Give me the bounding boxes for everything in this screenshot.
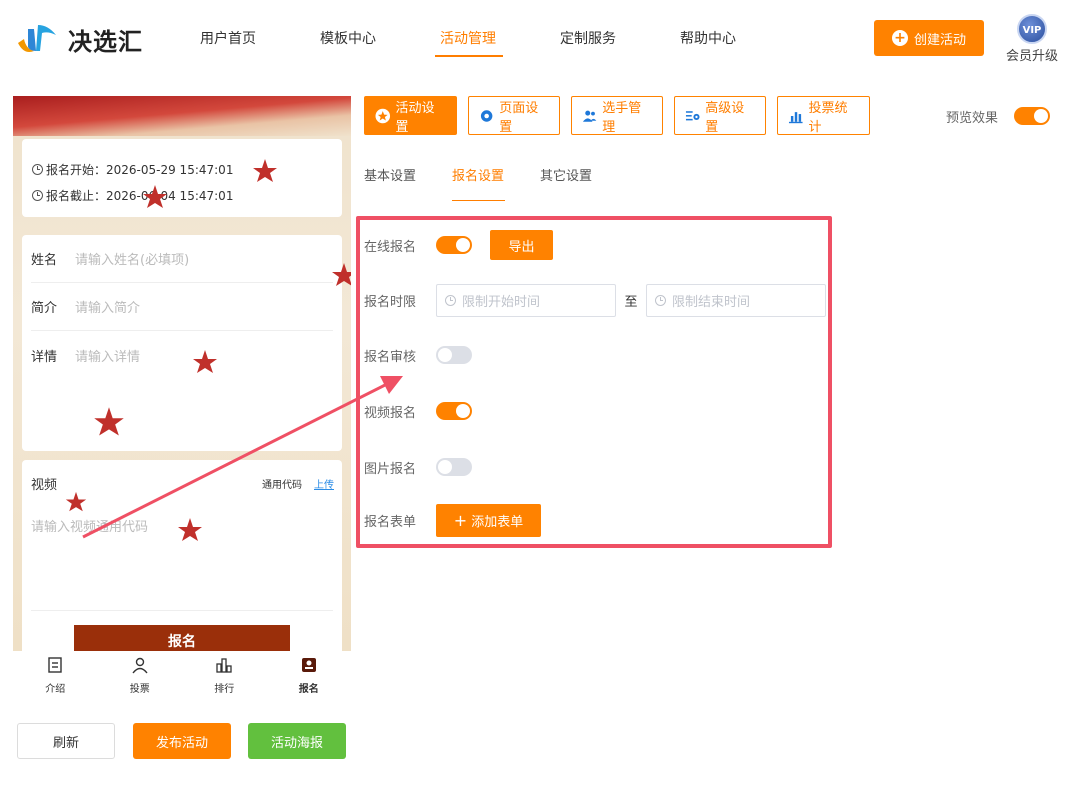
advanced-settings-label: 高级设置 [705,100,745,135]
clock-icon [32,190,43,201]
activity-poster-button[interactable]: 活动海报 [248,723,346,759]
settings-list-icon [685,110,700,120]
publish-activity-button[interactable]: 发布活动 [133,723,231,759]
tab-signup[interactable]: 报名 [267,651,352,697]
refresh-button[interactable]: 刷新 [17,723,115,759]
contestant-management-button[interactable]: 选手管理 [571,96,663,135]
intro-input[interactable]: 请输入简介 [75,297,140,316]
detail-field[interactable]: 详情 请输入详情 [31,331,333,379]
users-icon [582,110,597,122]
vip-upgrade[interactable]: VIP 会员升级 [1004,14,1060,64]
plus-circle-icon: + [891,30,908,46]
subtab-other[interactable]: 其它设置 [540,165,592,201]
vote-statistics-label: 投票统计 [808,100,848,135]
star-icon [94,407,124,436]
name-label: 姓名 [31,253,58,268]
tab-vote-label: 投票 [129,684,150,695]
signup-end-text: 报名截止：2026-06-04 15:47:01 [46,189,234,203]
tab-intro[interactable]: 介绍 [13,651,98,697]
preview-toggle-switch[interactable] [1014,107,1050,125]
preview-tabbar: 介绍 投票 排行 报名 [13,651,351,697]
vip-label: 会员升级 [1005,49,1058,64]
subtab-signup[interactable]: 报名设置 [452,165,506,201]
nav-activity-management[interactable]: 活动管理 [435,28,560,58]
document-icon [48,657,62,673]
logo[interactable]: 决选汇 [14,20,143,58]
video-card: 视频 通用代码 上传 请输入视频通用代码 [22,460,342,651]
bar-chart-icon [788,111,803,123]
activity-settings-button[interactable]: 活动设置 [364,96,457,135]
signup-form-card: 姓名 请输入姓名(必填项) 简介 请输入简介 详情 请输入详情 [22,235,342,451]
detail-label: 详情 [31,349,58,365]
intro-label: 简介 [31,301,58,316]
logo-mark-icon [14,21,60,57]
nav-templates[interactable]: 模板中心 [320,28,440,58]
settings-subtabs: 基本设置 报名设置 其它设置 [364,165,592,201]
signup-time-card: 报名开始：2026-05-29 15:47:01 报名截止：2026-06-04… [22,139,342,217]
create-activity-button[interactable]: + 创建活动 [874,20,984,56]
video-upload-link[interactable]: 上传 [314,476,334,491]
nav-home[interactable]: 用户首页 [200,28,320,58]
highlight-box [356,216,832,548]
signup-icon [301,658,316,672]
bar-chart-icon [216,658,232,673]
vote-statistics-button[interactable]: 投票统计 [777,96,870,135]
intro-field[interactable]: 简介 请输入简介 [31,283,333,331]
contestant-management-label: 选手管理 [602,100,642,135]
page-settings-button[interactable]: 页面设置 [468,96,560,135]
star-icon [143,185,167,208]
video-code-link[interactable]: 通用代码 [262,476,302,491]
nav-custom-service[interactable]: 定制服务 [560,28,680,58]
star-icon [332,263,351,286]
tab-signup-label: 报名 [298,684,319,695]
clock-icon [32,164,43,175]
divider [31,610,333,611]
tab-vote[interactable]: 投票 [98,651,183,697]
tab-intro-label: 介绍 [45,684,66,695]
signup-submit-button[interactable]: 报名 [74,625,290,651]
star-icon [178,518,202,541]
star-icon [253,159,277,182]
signup-end-time: 报名截止：2026-06-04 15:47:01 [32,187,233,204]
star-icon [65,491,87,512]
subtab-basic[interactable]: 基本设置 [364,165,416,201]
create-activity-label: 创建活动 [913,32,966,48]
page-settings-label: 页面设置 [499,100,539,135]
settings-toolbar: 活动设置 页面设置 选手管理 高级设置 投票统计 [364,96,870,135]
banner-image [13,96,351,136]
main-nav: 用户首页 模板中心 活动管理 定制服务 帮助中心 [200,28,800,58]
video-title: 视频 [31,478,58,493]
signup-start-time: 报名开始：2026-05-29 15:47:01 [32,161,233,178]
preview-toggle-label: 预览效果 [946,111,999,126]
advanced-settings-button[interactable]: 高级设置 [674,96,766,135]
tab-ranking-label: 排行 [214,684,235,695]
name-input[interactable]: 请输入姓名(必填项) [75,249,189,268]
name-field[interactable]: 姓名 请输入姓名(必填项) [31,235,333,283]
star-icon [193,350,217,373]
vip-badge-icon: VIP [1017,14,1047,44]
star-circle-icon [375,108,391,123]
video-code-input[interactable]: 请输入视频通用代码 [31,516,148,535]
tab-ranking[interactable]: 排行 [182,651,267,697]
logo-text: 决选汇 [68,27,143,56]
activity-settings-label: 活动设置 [395,100,435,135]
user-icon [132,657,148,674]
gear-icon [480,109,493,122]
detail-input[interactable]: 请输入详情 [75,346,140,365]
nav-help-center[interactable]: 帮助中心 [680,28,800,58]
signup-start-text: 报名开始：2026-05-29 15:47:01 [46,163,234,177]
phone-preview[interactable]: 报名开始：2026-05-29 15:47:01 报名截止：2026-06-04… [13,96,351,651]
